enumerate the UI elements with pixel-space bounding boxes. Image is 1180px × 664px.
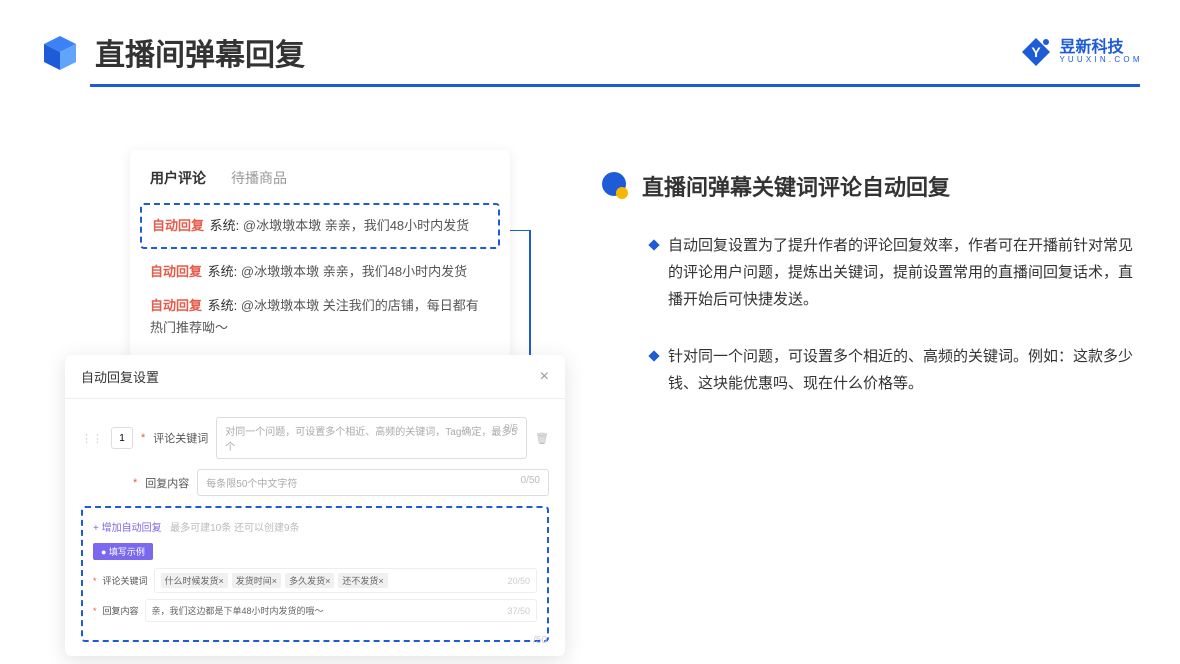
- drag-handle-icon[interactable]: ⋮⋮: [81, 432, 103, 445]
- section-title: 直播间弹幕关键词评论自动回复: [642, 170, 950, 202]
- page-title: 直播间弹幕回复: [95, 30, 305, 74]
- content-count: 0/50: [521, 475, 540, 486]
- example-tags-input[interactable]: 什么时候发货× 发货时间× 多久发货× 还不发货× 20/50: [154, 568, 537, 593]
- keyword-form-row: ⋮⋮ 1 * 评论关键词 对同一个问题，可设置多个相近、高频的关键词，Tag确定…: [81, 417, 549, 459]
- diamond-bullet-icon: [648, 350, 659, 361]
- content-input[interactable]: 每条限50个中文字符 0/50: [197, 469, 549, 496]
- tab-pending-goods[interactable]: 待播商品: [231, 168, 287, 188]
- auto-reply-badge: 自动回复: [150, 298, 202, 313]
- header-left: 直播间弹幕回复: [40, 30, 305, 74]
- logo-text-cn: 昱新科技: [1060, 40, 1140, 56]
- bullet-item: 针对同一个问题，可设置多个相近的、高频的关键词。例如：这款多少钱、这块能优惠吗、…: [650, 343, 1140, 397]
- brand-logo: Y 昱新科技 Y U U X I N . C O M: [1020, 36, 1140, 68]
- comment-text: @冰墩墩本墩 亲亲，我们48小时内发货: [241, 264, 467, 279]
- example-content-input[interactable]: 亲，我们这边都是下单48小时内发货的哦～ 37/50: [145, 599, 537, 622]
- add-hint-text: 最多可建10条 还可以创建9条: [170, 523, 299, 534]
- comment-row: 自动回复 系统: @冰墩墩本墩 关注我们的店铺，每日都有热门推荐呦～: [150, 295, 490, 339]
- keyword-input[interactable]: 对同一个问题，可设置多个相近、高频的关键词，Tag确定，最多5个 0/5: [216, 417, 527, 459]
- header-divider: [90, 84, 1140, 87]
- content-placeholder: 每条限50个中文字符: [206, 479, 297, 490]
- comment-row: 自动回复 系统: @冰墩墩本墩 亲亲，我们48小时内发货: [150, 261, 490, 283]
- example-badge: ● 填写示例: [93, 543, 153, 560]
- keyword-placeholder: 对同一个问题，可设置多个相近、高频的关键词，Tag确定，最多5个: [225, 427, 517, 453]
- tag-item[interactable]: 发货时间×: [232, 573, 281, 588]
- ex-content-text: 亲，我们这边都是下单48小时内发货的哦～: [152, 604, 324, 617]
- modal-title: 自动回复设置: [81, 367, 159, 386]
- required-star: *: [93, 576, 97, 586]
- system-label: 系统:: [210, 218, 240, 233]
- bottom-counter: /50: [533, 635, 547, 646]
- bullet-text: 自动回复设置为了提升作者的评论回复效率，作者可在开播前针对常见的评论用户问题，提…: [668, 232, 1140, 313]
- right-panel: 直播间弹幕关键词评论自动回复 自动回复设置为了提升作者的评论回复效率，作者可在开…: [600, 170, 1140, 427]
- item-number: 1: [111, 427, 133, 449]
- comment-tabs: 用户评论 待播商品: [150, 168, 490, 188]
- auto-reply-badge: 自动回复: [152, 218, 204, 233]
- bullet-text: 针对同一个问题，可设置多个相近的、高频的关键词。例如：这款多少钱、这块能优惠吗、…: [668, 343, 1140, 397]
- ex-content-count: 37/50: [507, 606, 530, 616]
- tab-user-comments[interactable]: 用户评论: [150, 168, 206, 188]
- comment-text: @冰墩墩本墩 亲亲，我们48小时内发货: [243, 218, 469, 233]
- content-form-row: * 回复内容 每条限50个中文字符 0/50: [81, 469, 549, 496]
- tag-item[interactable]: 多久发货×: [285, 573, 334, 588]
- ex-keyword-count: 20/50: [507, 576, 530, 586]
- auto-reply-badge: 自动回复: [150, 264, 202, 279]
- modal-body: ⋮⋮ 1 * 评论关键词 对同一个问题，可设置多个相近、高频的关键词，Tag确定…: [65, 399, 565, 656]
- required-star: *: [93, 606, 97, 616]
- keyword-label: 评论关键词: [153, 430, 208, 446]
- tag-item[interactable]: 什么时候发货×: [161, 573, 228, 588]
- comment-row-highlighted: 自动回复 系统: @冰墩墩本墩 亲亲，我们48小时内发货: [140, 203, 500, 249]
- required-star: *: [133, 477, 137, 489]
- system-label: 系统:: [208, 298, 238, 313]
- page-header: 直播间弹幕回复 Y 昱新科技 Y U U X I N . C O M: [0, 0, 1180, 84]
- example-keyword-row: * 评论关键词 什么时候发货× 发货时间× 多久发货× 还不发货× 20/50: [93, 568, 537, 593]
- logo-text-en: Y U U X I N . C O M: [1060, 56, 1140, 64]
- required-star: *: [141, 432, 145, 444]
- system-label: 系统:: [208, 264, 238, 279]
- chat-bubble-icon: [600, 171, 630, 201]
- auto-reply-settings-modal: 自动回复设置 × ⋮⋮ 1 * 评论关键词 对同一个问题，可设置多个相近、高频的…: [65, 355, 565, 656]
- section-header: 直播间弹幕关键词评论自动回复: [600, 170, 1140, 202]
- bullet-list: 自动回复设置为了提升作者的评论回复效率，作者可在开播前针对常见的评论用户问题，提…: [600, 232, 1140, 397]
- svg-text:Y: Y: [1031, 44, 1041, 60]
- delete-icon[interactable]: 🗑: [535, 432, 549, 445]
- ex-content-label: 回复内容: [103, 604, 139, 617]
- ex-keyword-label: 评论关键词: [103, 574, 148, 587]
- logo-diamond-icon: Y: [1020, 36, 1052, 68]
- modal-header: 自动回复设置 ×: [65, 355, 565, 399]
- cube-icon: [40, 32, 80, 72]
- example-section: + 增加自动回复 最多可建10条 还可以创建9条 ● 填写示例 * 评论关键词 …: [81, 506, 549, 642]
- comment-card: 用户评论 待播商品 自动回复 系统: @冰墩墩本墩 亲亲，我们48小时内发货 自…: [130, 150, 510, 369]
- add-auto-reply-link[interactable]: + 增加自动回复: [93, 519, 162, 534]
- diamond-bullet-icon: [648, 239, 659, 250]
- example-content-row: * 回复内容 亲，我们这边都是下单48小时内发货的哦～ 37/50: [93, 599, 537, 622]
- bullet-item: 自动回复设置为了提升作者的评论回复效率，作者可在开播前针对常见的评论用户问题，提…: [650, 232, 1140, 313]
- close-icon[interactable]: ×: [540, 368, 549, 386]
- content-label: 回复内容: [145, 475, 189, 491]
- tag-item[interactable]: 还不发货×: [338, 573, 387, 588]
- left-panel: 用户评论 待播商品 自动回复 系统: @冰墩墩本墩 亲亲，我们48小时内发货 自…: [130, 150, 510, 369]
- keyword-count: 0/5: [504, 423, 518, 434]
